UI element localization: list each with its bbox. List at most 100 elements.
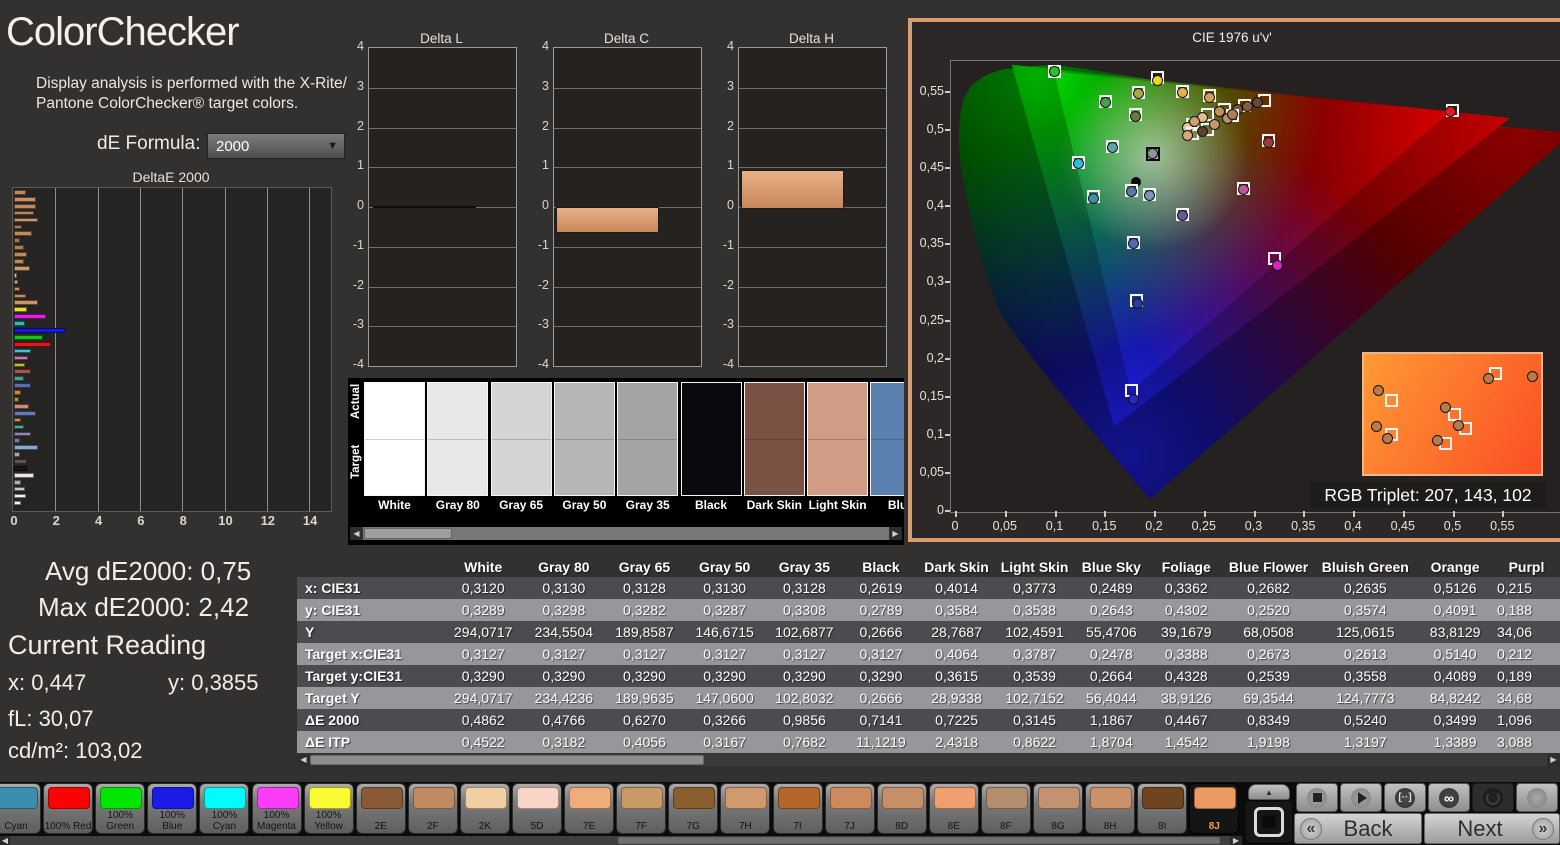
axis-tick-label: 0,05 xyxy=(992,519,1017,533)
swatch-gray-35[interactable] xyxy=(617,382,679,496)
swatch-label: Gray 50 xyxy=(562,498,607,512)
patch-tile-100Red[interactable]: 100% Red xyxy=(43,783,94,834)
table-cell: 0,3127 xyxy=(604,643,685,665)
stop-pattern-button[interactable] xyxy=(1246,802,1292,842)
actual-target-divider xyxy=(808,439,868,440)
patch-tile-2E[interactable]: 2E xyxy=(355,783,406,834)
table-cell: 294,0717 xyxy=(443,687,524,709)
stop-button[interactable] xyxy=(1296,783,1338,812)
delta-chart-delta-l xyxy=(368,47,517,367)
table-cell: 0,7682 xyxy=(764,731,845,753)
swatch-scrollbar[interactable]: ◀ ▶ xyxy=(350,527,902,540)
table-cell: 0,3167 xyxy=(684,731,765,753)
patch-tile-label: 8H xyxy=(1103,820,1117,832)
infinity-button[interactable]: ∞ xyxy=(1428,783,1470,812)
scroll-left-icon[interactable]: ◀ xyxy=(297,754,310,766)
swatch-gray-65[interactable] xyxy=(490,382,552,496)
patch-tile-label: 2E xyxy=(374,820,387,832)
table-cell: 0,3287 xyxy=(684,599,765,621)
patch-color-chip xyxy=(204,787,247,809)
swatch-gray-50[interactable] xyxy=(553,382,615,496)
gridline xyxy=(224,188,226,511)
table-scrollbar[interactable]: ◀ ▶ xyxy=(297,754,1560,766)
swatch-blue[interactable] xyxy=(870,382,904,496)
deltae-bar xyxy=(14,493,26,499)
swatch-white[interactable] xyxy=(364,382,425,496)
patch-tile-7F[interactable]: 7F xyxy=(616,783,667,834)
patch-tile-7G[interactable]: 7G xyxy=(668,783,719,834)
avg-de2000: Avg dE2000: 0,75 xyxy=(45,556,252,586)
table-cell: 294,0717 xyxy=(443,621,524,643)
table-cell: 1,3197 xyxy=(1313,731,1418,753)
current-x: x: 0,447 xyxy=(8,670,87,695)
patch-tile-8F[interactable]: 8F xyxy=(980,783,1031,834)
gridline xyxy=(309,188,311,511)
back-button[interactable]: « Back xyxy=(1294,813,1422,844)
inset-measured-point xyxy=(1527,370,1539,382)
patch-color-chip xyxy=(933,787,976,809)
patch-tile-100Blue[interactable]: 100% Blue xyxy=(147,783,198,834)
patch-tile-2K[interactable]: 2K xyxy=(459,783,510,834)
table-cell: 2,4318 xyxy=(917,731,996,753)
swatch-dark-skin[interactable] xyxy=(743,382,805,496)
patch-tile-2F[interactable]: 2F xyxy=(407,783,458,834)
delta-chart-title: Delta L xyxy=(420,31,463,46)
patch-tile-100Yellow[interactable]: 100% Yellow xyxy=(303,783,354,834)
patch-tile-8G[interactable]: 8G xyxy=(1033,783,1083,834)
axis-tick xyxy=(1353,511,1355,517)
table-cell: 102,6877 xyxy=(764,621,845,643)
next-button[interactable]: Next » xyxy=(1424,813,1560,844)
swatch-light-skin[interactable] xyxy=(807,382,869,496)
axis-tick xyxy=(945,281,950,284)
patch-tile-7E[interactable]: 7E xyxy=(564,783,615,834)
swatch-black[interactable] xyxy=(680,382,742,496)
swatch-gray-80[interactable] xyxy=(427,382,489,496)
patch-tile-100Green[interactable]: 100% Green xyxy=(95,783,146,834)
table-cell: 0,3282 xyxy=(604,599,685,621)
axis-tick xyxy=(1154,511,1156,517)
table-corner xyxy=(297,557,443,577)
patch-tile-Cyan[interactable]: Cyan xyxy=(0,783,41,834)
inset-measured-point xyxy=(1373,385,1385,396)
column-header: Blue Sky xyxy=(1081,559,1141,575)
table-row: y: CIE31 0,3289 0,3298 0,3282 0,3287 0,3308 0,… xyxy=(297,599,1560,621)
table-cell: 0,3773 xyxy=(995,577,1074,599)
scroll-right-icon[interactable]: ▶ xyxy=(1547,754,1560,766)
tiles-scrollbar-thumb[interactable] xyxy=(618,837,1220,844)
patch-tile-8D[interactable]: 8D xyxy=(876,783,927,834)
axis-tick-label: 4 xyxy=(542,39,549,53)
patch-tile-8I[interactable]: 8I xyxy=(1137,783,1188,834)
scroll-left-icon[interactable]: ◀ xyxy=(350,527,363,540)
table-cell: 125,0615 xyxy=(1313,621,1418,643)
scroll-right-icon[interactable]: ▶ xyxy=(1230,836,1242,845)
table-cell: 0,4302 xyxy=(1148,599,1224,621)
deltae-bar xyxy=(14,224,23,230)
table-cell: 0,3127 xyxy=(764,643,845,665)
scroll-right-icon[interactable]: ▶ xyxy=(889,527,902,540)
tiles-scrollbar[interactable]: ◀ ▶ xyxy=(0,836,1242,845)
scroll-up-button[interactable]: ▲ xyxy=(1248,784,1290,800)
patch-tile-8H[interactable]: 8H xyxy=(1085,783,1136,834)
patch-tile-label: 8I xyxy=(1158,820,1167,832)
patch-tile-7J[interactable]: 7J xyxy=(824,783,875,834)
play-button[interactable] xyxy=(1340,783,1382,812)
refresh-button[interactable] xyxy=(1472,783,1514,812)
patch-selector-bar: Cyan 100% Red 100% Green 100% Blue 100% Cyan… xyxy=(0,782,1560,845)
patch-tile-100Cyan[interactable]: 100% Cyan xyxy=(199,783,250,834)
patch-tile-8J[interactable]: 8J xyxy=(1189,783,1240,834)
blank-button[interactable] xyxy=(1516,783,1558,812)
range-button[interactable]: [··] xyxy=(1384,783,1426,812)
table-cell: 0,4862 xyxy=(443,709,524,731)
patch-tile-100Magenta[interactable]: 100% Magenta xyxy=(251,783,302,834)
deltae-bar xyxy=(14,472,35,478)
patch-tile-8E[interactable]: 8E xyxy=(928,783,979,834)
table-scrollbar-thumb[interactable] xyxy=(310,755,704,765)
de-formula-dropdown[interactable]: 2000 ▼ xyxy=(207,133,345,159)
patch-tile-7H[interactable]: 7H xyxy=(720,783,771,834)
table-cell: 28,7687 xyxy=(917,621,996,643)
patch-tile-7I[interactable]: 7I xyxy=(772,783,823,834)
patch-tile-5D[interactable]: 5D xyxy=(512,783,562,834)
scroll-left-icon[interactable]: ◀ xyxy=(0,836,10,845)
swatch-scrollbar-thumb[interactable] xyxy=(364,528,452,539)
deltae-bar xyxy=(14,300,39,306)
